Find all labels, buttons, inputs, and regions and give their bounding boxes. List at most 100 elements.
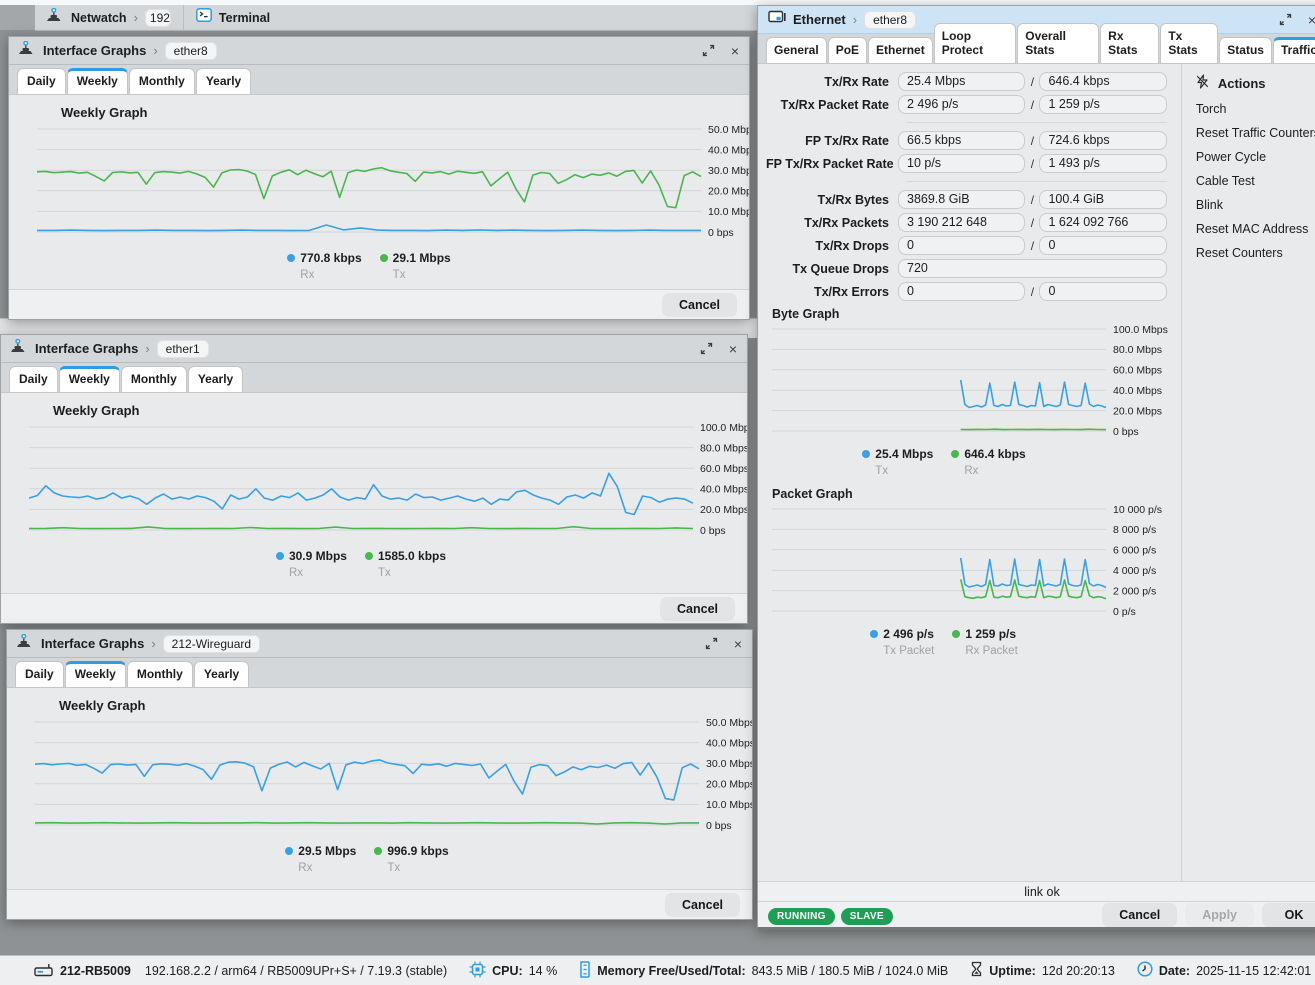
cpu-value: 14 % bbox=[529, 964, 558, 978]
breadcrumb-chevron-icon: › bbox=[151, 636, 155, 651]
legend-dot-icon bbox=[380, 254, 388, 262]
top-tab-terminal[interactable]: Terminal bbox=[183, 5, 282, 30]
close-window-icon[interactable]: × bbox=[731, 44, 739, 58]
field-row-tx-queue-drops: Tx Queue Drops720 bbox=[766, 259, 1167, 278]
svg-text:50.0 Mbps: 50.0 Mbps bbox=[708, 124, 749, 136]
tab-yearly[interactable]: Yearly bbox=[188, 366, 243, 392]
window-titlebar[interactable]: Interface Graphs › ether8 × bbox=[9, 37, 749, 65]
action-blink[interactable]: Blink bbox=[1196, 198, 1315, 212]
tab-yearly[interactable]: Yearly bbox=[194, 661, 249, 687]
field-input-rx[interactable]: 0 bbox=[1039, 236, 1166, 255]
action-cable-test[interactable]: Cable Test bbox=[1196, 174, 1315, 188]
field-input-rx[interactable]: 0 bbox=[1039, 282, 1166, 301]
tab-weekly[interactable]: Weekly bbox=[67, 68, 128, 94]
tab-tx-stats[interactable]: Tx Stats bbox=[1160, 23, 1218, 63]
field-input-rx[interactable]: 724.6 kbps bbox=[1039, 131, 1166, 150]
tab-status[interactable]: Status bbox=[1219, 37, 1272, 63]
graph-title: Weekly Graph bbox=[53, 403, 747, 420]
svg-text:0 bps: 0 bps bbox=[706, 820, 732, 832]
legend-item-rx: 770.8 kbpsRx bbox=[287, 251, 361, 281]
ok-button[interactable]: OK bbox=[1262, 903, 1315, 927]
close-window-icon[interactable]: × bbox=[734, 637, 742, 651]
svg-text:60.0 Mbps: 60.0 Mbps bbox=[700, 463, 747, 475]
date-status: Date: 2025-11-15 12:42:01 bbox=[1137, 961, 1311, 980]
tab-loop-protect[interactable]: Loop Protect bbox=[934, 23, 1017, 63]
expand-window-icon[interactable] bbox=[700, 342, 713, 355]
expand-window-icon[interactable] bbox=[702, 44, 715, 57]
field-input-rx[interactable]: 646.4 kbps bbox=[1039, 72, 1166, 91]
expand-window-icon[interactable] bbox=[1279, 13, 1292, 26]
action-torch[interactable]: Torch bbox=[1196, 102, 1315, 116]
tab-ethernet[interactable]: Ethernet bbox=[868, 37, 933, 63]
field-input-tx[interactable]: 0 bbox=[898, 282, 1025, 301]
tab-daily[interactable]: Daily bbox=[9, 366, 58, 392]
tab-rx-stats[interactable]: Rx Stats bbox=[1100, 23, 1159, 63]
legend-series-label: Rx bbox=[289, 567, 347, 579]
window-titlebar[interactable]: Interface Graphs › 212-Wireguard × bbox=[7, 630, 752, 658]
field-separator: / bbox=[1025, 75, 1039, 89]
field-input-tx[interactable]: 66.5 kbps bbox=[898, 131, 1025, 150]
close-window-icon[interactable]: × bbox=[729, 342, 737, 356]
cancel-button[interactable]: Cancel bbox=[665, 893, 740, 917]
field-input-tx[interactable]: 720 bbox=[898, 259, 1167, 278]
tab-daily[interactable]: Daily bbox=[17, 68, 66, 94]
cancel-button[interactable]: Cancel bbox=[662, 293, 737, 317]
netwatch-tab-label: Netwatch bbox=[71, 11, 127, 25]
memory-label: Memory Free/Used/Total: bbox=[597, 964, 745, 978]
cancel-button[interactable]: Cancel bbox=[660, 597, 735, 621]
legend-value: 996.9 kbps bbox=[387, 844, 448, 858]
tab-monthly[interactable]: Monthly bbox=[129, 68, 195, 94]
traffic-field-rows: Tx/Rx Rate25.4 Mbps/646.4 kbpsTx/Rx Pack… bbox=[758, 72, 1181, 301]
legend-dot-icon bbox=[951, 450, 959, 458]
breadcrumb-chevron-icon: › bbox=[145, 341, 149, 356]
svg-text:6 000 p/s: 6 000 p/s bbox=[1113, 545, 1156, 557]
field-label: Tx/Rx Rate bbox=[766, 75, 898, 89]
top-tab-netwatch[interactable]: Netwatch › 192 bbox=[35, 5, 183, 30]
legend-item-rx-packet: 1 259 p/sRx Packet bbox=[952, 627, 1017, 657]
field-input-tx[interactable]: 0 bbox=[898, 236, 1025, 255]
svg-text:40.0 Mbps: 40.0 Mbps bbox=[1113, 385, 1162, 397]
field-input-tx[interactable]: 25.4 Mbps bbox=[898, 72, 1025, 91]
tab-poe[interactable]: PoE bbox=[828, 37, 867, 63]
tab-monthly[interactable]: Monthly bbox=[127, 661, 193, 687]
background-window-titlebar: Netwatch › 192 Terminal bbox=[35, 5, 757, 31]
tab-general[interactable]: General bbox=[766, 37, 827, 63]
expand-window-icon[interactable] bbox=[705, 637, 718, 650]
status-badges: RUNNINGSLAVE bbox=[768, 906, 899, 924]
svg-text:80.0 Mbps: 80.0 Mbps bbox=[1113, 344, 1162, 356]
tab-overall-stats[interactable]: Overall Stats bbox=[1017, 23, 1099, 63]
action-reset-mac-address[interactable]: Reset MAC Address bbox=[1196, 222, 1315, 236]
legend-dot-icon bbox=[287, 254, 295, 262]
field-input-tx[interactable]: 10 p/s bbox=[898, 154, 1025, 173]
tab-daily[interactable]: Daily bbox=[15, 661, 64, 687]
actions-panel: Actions Torch Reset Traffic Counters Power… bbox=[1181, 64, 1315, 881]
tab-yearly[interactable]: Yearly bbox=[196, 68, 251, 94]
svg-text:4 000 p/s: 4 000 p/s bbox=[1113, 565, 1156, 577]
actions-title: Actions bbox=[1218, 76, 1266, 91]
window-chip: ether8 bbox=[864, 11, 916, 29]
field-input-rx[interactable]: 1 259 p/s bbox=[1039, 95, 1166, 114]
action-reset-traffic-counters[interactable]: Reset Traffic Counters bbox=[1196, 126, 1315, 140]
tab-traffic[interactable]: Traffic bbox=[1273, 37, 1315, 63]
uptime-hourglass-icon bbox=[970, 961, 983, 980]
window-titlebar[interactable]: Interface Graphs › ether1 × bbox=[1, 335, 747, 363]
field-input-tx[interactable]: 3 190 212 648 bbox=[898, 213, 1025, 232]
window-ethernet-ether8: Ethernet › ether8 × GeneralPoEEthernetLo… bbox=[757, 5, 1315, 930]
field-input-tx[interactable]: 3869.8 GiB bbox=[898, 190, 1025, 209]
field-input-tx[interactable]: 2 496 p/s bbox=[898, 95, 1025, 114]
apply-button[interactable]: Apply bbox=[1185, 903, 1254, 927]
tab-weekly[interactable]: Weekly bbox=[65, 661, 126, 687]
field-input-rx[interactable]: 1 493 p/s bbox=[1039, 154, 1166, 173]
legend-item-tx: 996.9 kbpsTx bbox=[374, 844, 448, 874]
tab-weekly[interactable]: Weekly bbox=[59, 366, 120, 392]
close-window-icon[interactable]: × bbox=[1308, 13, 1315, 27]
tab-monthly[interactable]: Monthly bbox=[121, 366, 187, 392]
action-power-cycle[interactable]: Power Cycle bbox=[1196, 150, 1315, 164]
cancel-button[interactable]: Cancel bbox=[1102, 903, 1177, 927]
ethernet-tab-bar: GeneralPoEEthernetLoop ProtectOverall St… bbox=[758, 34, 1315, 64]
svg-text:100.0 Mbps: 100.0 Mbps bbox=[700, 422, 747, 434]
field-input-rx[interactable]: 1 624 092 766 bbox=[1039, 213, 1166, 232]
field-input-rx[interactable]: 100.4 GiB bbox=[1039, 190, 1166, 209]
action-reset-counters[interactable]: Reset Counters bbox=[1196, 246, 1315, 260]
link-status: link ok bbox=[758, 881, 1315, 901]
